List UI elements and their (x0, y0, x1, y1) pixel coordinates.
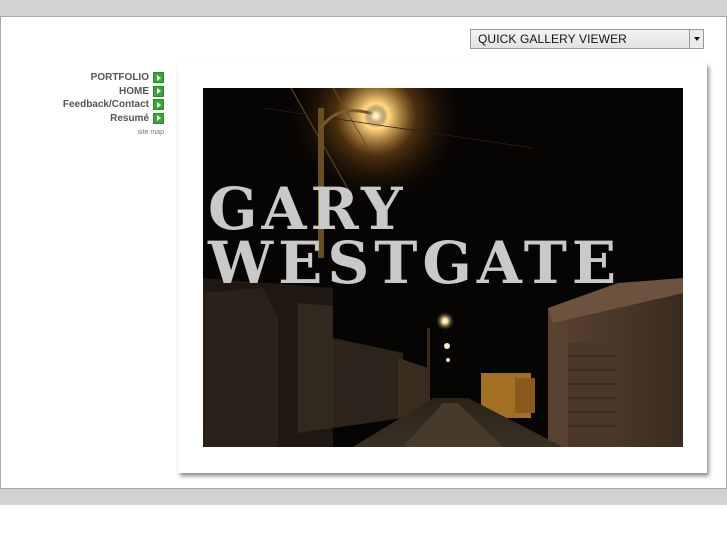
hero-title-line-2: WESTGATE (208, 229, 622, 297)
quick-gallery-viewer-select[interactable]: QUICK GALLERY VIEWER (470, 29, 704, 49)
nav-item-label: Feedback/Contact (62, 99, 149, 111)
bottom-band (0, 489, 727, 505)
site-map-link[interactable]: site map (138, 129, 164, 136)
nav-item-label: HOME (119, 85, 149, 97)
arrow-right-icon (153, 112, 164, 124)
arrow-right-icon (153, 99, 164, 111)
chevron-down-icon[interactable] (689, 30, 703, 48)
nav-item-label: Resumé (110, 112, 149, 124)
nav-item-home[interactable]: HOME (20, 85, 164, 99)
top-band (0, 0, 727, 16)
main-nav: PORTFOLIO HOME Feedback/Contact Resumé s… (20, 71, 164, 136)
nav-item-label: PORTFOLIO (90, 72, 149, 84)
nav-item-feedback-contact[interactable]: Feedback/Contact (20, 98, 164, 112)
arrow-right-icon (153, 85, 164, 97)
hero-photo: GARY WESTGATE (203, 88, 683, 447)
arrow-right-icon (153, 72, 164, 84)
nav-item-portfolio[interactable]: PORTFOLIO (20, 71, 164, 85)
nav-item-resume[interactable]: Resumé (20, 112, 164, 126)
gallery-select-value: QUICK GALLERY VIEWER (478, 32, 627, 46)
